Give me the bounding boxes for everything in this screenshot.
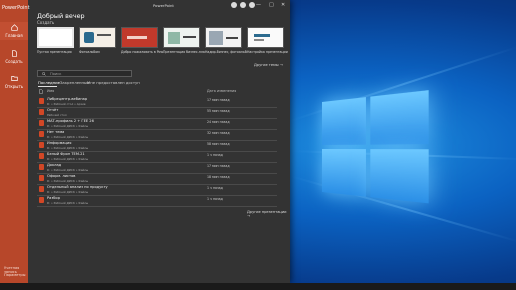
pptx-file-icon [39,153,44,159]
pptx-file-icon [39,120,44,126]
user-icon[interactable] [231,2,237,8]
window-title: PowerPoint [153,3,174,8]
close-button[interactable]: ✕ [281,2,285,8]
sidebar: PowerPoint Главная Создать Открыть Учетн… [0,0,30,283]
tab-shared[interactable]: Мне предоставлен доступ [87,80,140,85]
file-date: 24 мин назад [207,120,230,124]
file-name: Информация [47,141,72,145]
file-date: 1 ч назад [207,186,223,190]
sidebar-item-new[interactable]: Создать [0,50,28,64]
file-path: D: » Рабочий ДИСК » Файлы [47,201,89,205]
smiley-icon[interactable] [240,2,246,8]
file-path: D: » Рабочий ДИСК » Файлы [47,135,89,139]
file-path: D: » Рабочий ДИСК » Файлы [47,124,89,128]
pptx-file-icon [39,109,44,115]
template-welcome[interactable] [121,27,158,48]
search-icon [42,72,46,76]
file-name: Отдельный анализ по продукту [47,185,108,189]
list-item[interactable]: Разбор D: » Рабочий ДИСК » Файлы 1 ч наз… [37,195,277,207]
title-bar: PowerPoint — □ ✕ [28,0,290,12]
search-placeholder: Поиск [50,72,62,76]
sidebar-item-label: Открыть [4,84,24,89]
file-name: Нет тема [47,130,65,134]
file-name: Белый Фрон ТЕМ.21 [47,152,85,156]
column-name[interactable]: Имя [47,89,54,93]
file-name: Либрецентр-вебинар [47,97,88,101]
pptx-file-icon [39,164,44,170]
template-setup[interactable] [247,27,284,48]
pptx-file-icon [39,186,44,192]
sidebar-item-open[interactable]: Открыть [0,75,28,89]
file-date: 18 мин назад [207,175,230,179]
home-icon [10,24,18,31]
tab-recent[interactable]: Последние [38,80,60,85]
template-label: Добро пожаловать в PowerPoint [121,50,163,54]
folder-icon [10,76,18,81]
file-path: D: » Рабочий ДИСК » Файлы [47,179,89,183]
file-type-icon [39,89,43,94]
file-list-header: Имя Дата изменения [37,89,277,95]
file-date: 1 ч назад [207,153,223,157]
template-nadir[interactable] [205,27,242,48]
file-name: Оформ. листов [47,174,76,178]
template-label: Презентация бизнес-плана [163,50,205,54]
maximize-button[interactable]: □ [269,2,274,8]
template-label: Пустая презентация [37,50,72,54]
active-tab-indicator [38,86,57,87]
template-photo-album[interactable] [79,27,116,48]
pptx-file-icon [39,142,44,148]
file-path: D: » Рабочий ДИСК » Файлы [47,168,89,172]
column-date[interactable]: Дата изменения [207,89,236,93]
minimize-button[interactable]: — [256,2,261,8]
template-blank[interactable] [37,27,74,48]
powerpoint-window: PowerPoint Главная Создать Открыть Учетн… [0,0,290,283]
file-path: D: » Рабочий стол » Архив [47,102,86,106]
tab-pinned[interactable]: Закрепленные [60,80,89,85]
app-brand: PowerPoint [2,5,30,11]
help-icon[interactable] [249,2,255,8]
file-date: 55 мин назад [207,109,230,113]
sidebar-item-options[interactable]: Параметры [4,273,26,277]
file-path: D: » Рабочий ДИСК » Файлы [47,157,89,161]
titlebar-icons [231,2,255,8]
file-name: Доклад [47,163,62,167]
file-date: 32 мин назад [207,131,230,135]
sidebar-item-label: Создать [5,59,23,64]
file-path: D: » Рабочий ДИСК » Файлы [47,146,89,150]
file-date: 1 ч назад [207,197,223,201]
taskbar [0,283,516,290]
sidebar-item-home[interactable]: Главная [0,22,28,40]
greeting-heading: Добрый вечер [37,12,85,20]
more-presentations-link[interactable]: Другие презентации → [247,210,290,218]
file-date: 17 мин назад [207,98,230,102]
new-section-label: Создать [37,20,55,25]
file-name: Отчёт [47,108,59,112]
pptx-file-icon [39,98,44,104]
file-date: 58 мин назад [207,142,230,146]
file-name: Разбор [47,196,60,200]
template-label: Настройка презентации [247,50,288,54]
template-label: Надир-бизнес, фотоальбом [205,50,247,54]
template-business-plan[interactable] [163,27,200,48]
file-path: Рабочий стол [47,113,67,117]
windows-logo [322,90,429,206]
file-path: D: » Рабочий ДИСК » Файлы [47,190,89,194]
new-file-icon [11,50,17,57]
search-input[interactable]: Поиск [37,70,132,77]
pptx-file-icon [39,175,44,181]
template-label: Фотоальбом [79,50,100,54]
sidebar-item-label: Главная [5,33,23,38]
pptx-file-icon [39,131,44,137]
more-themes-link[interactable]: Другие темы → [254,63,283,67]
file-date: 17 мин назад [207,164,230,168]
pptx-file-icon [39,197,44,203]
file-name: МАТ-профиль 2 + ГЕЕ 26 [47,119,94,123]
